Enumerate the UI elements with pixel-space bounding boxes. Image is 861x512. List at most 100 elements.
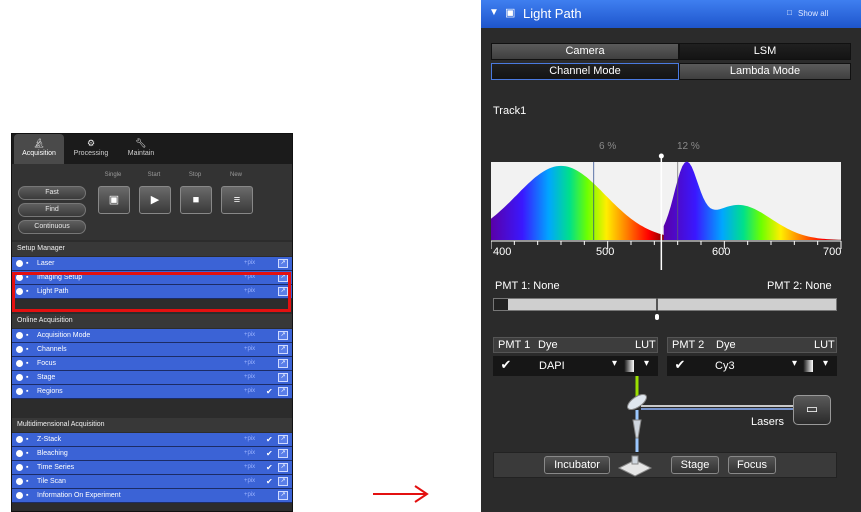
item-status: +pix	[244, 388, 256, 394]
toggle-icon[interactable]	[16, 260, 23, 267]
toggle-icon[interactable]	[16, 360, 23, 367]
start-button[interactable]: ▶	[139, 186, 171, 214]
objective-lens	[632, 419, 642, 439]
pmt2-checkbox[interactable]: ✔	[673, 358, 687, 373]
item-label: Stage	[37, 374, 56, 381]
tab-camera[interactable]: Camera	[491, 43, 679, 60]
new-button[interactable]: ≡	[221, 186, 253, 214]
expand-arrow-icon[interactable]: ↗	[278, 259, 288, 268]
multi-item[interactable]: ▪ Information On Experiment +pix ↗	[12, 489, 292, 503]
multi-item[interactable]: ▪ Time Series +pix ✔ ↗	[12, 461, 292, 475]
detection-range-slider[interactable]	[493, 298, 837, 311]
toggle-icon[interactable]	[16, 492, 23, 499]
toggle-icon[interactable]	[16, 478, 23, 485]
item-icon: ▪	[26, 260, 29, 267]
online-item[interactable]: ▪ Focus +pix ↗	[12, 357, 292, 371]
pmt2-header: PMT 2 Dye LUT	[667, 337, 837, 353]
expand-arrow-icon[interactable]: ↗	[278, 373, 288, 382]
expand-arrow-icon[interactable]: ↗	[278, 491, 288, 500]
axis-label-600: 600	[712, 246, 731, 258]
find-button[interactable]: Find	[18, 203, 86, 217]
multi-item[interactable]: ▪ Z-Stack +pix ✔ ↗	[12, 433, 292, 447]
dye-dropdown-icon[interactable]: ▾	[792, 358, 797, 369]
expand-arrow-icon[interactable]: ↗	[278, 345, 288, 354]
tab-lambda-mode[interactable]: Lambda Mode	[679, 63, 851, 80]
toggle-icon[interactable]	[16, 374, 23, 381]
stop-caption: Stop	[188, 172, 202, 178]
emission-spectrum	[491, 153, 842, 270]
multi-item[interactable]: ▪ Bleaching +pix ✔ ↗	[12, 447, 292, 461]
axis-label-700: 700	[823, 246, 842, 258]
expand-arrow-icon[interactable]: ↗	[278, 449, 288, 458]
pmt2-status: PMT 2: None	[767, 280, 832, 292]
lut-dropdown-icon[interactable]: ▾	[644, 358, 649, 369]
pmt2-dye-row: ✔ Cy3 ▾ ▾	[667, 356, 837, 376]
item-label: Focus	[37, 360, 57, 367]
toggle-icon[interactable]	[16, 436, 23, 443]
pmt1-status: PMT 1: None	[495, 280, 560, 292]
toggle-icon[interactable]	[16, 346, 23, 353]
expand-arrow-icon[interactable]: ↗	[278, 331, 288, 340]
lasers-button[interactable]: ▭	[793, 395, 831, 425]
fast-button[interactable]: Fast	[18, 186, 86, 200]
slider-divider	[656, 298, 658, 311]
online-item[interactable]: ▪ Channels +pix ↗	[12, 343, 292, 357]
incubator-button[interactable]: Incubator	[544, 456, 610, 474]
toggle-icon[interactable]	[16, 332, 23, 339]
light-path-header[interactable]: ▼ ▣ Light Path □ Show all	[481, 0, 861, 28]
setup-item[interactable]: ▪ Laser +pix ↗	[12, 257, 292, 271]
toggle-icon[interactable]	[16, 388, 23, 395]
pmt2-dye-select[interactable]: Cy3	[715, 360, 735, 372]
highlight-box	[12, 272, 291, 312]
item-status: +pix	[244, 360, 256, 366]
tab-channel-mode[interactable]: Channel Mode	[491, 63, 679, 80]
expand-arrow-icon[interactable]: ↗	[278, 477, 288, 486]
tab-maintain[interactable]: 🔧︎ Maintain	[116, 134, 166, 164]
toggle-icon[interactable]	[16, 464, 23, 471]
item-status: +pix	[244, 260, 256, 266]
continuous-button[interactable]: Continuous	[18, 220, 86, 234]
pmt2-percentage: 12 %	[677, 141, 700, 152]
pmt1-dye-select[interactable]: DAPI	[539, 360, 565, 372]
item-icon: ▪	[26, 436, 29, 443]
lut-swatch	[803, 360, 813, 372]
lut-dropdown-icon[interactable]: ▾	[823, 358, 828, 369]
online-item[interactable]: ▪ Stage +pix ↗	[12, 371, 292, 385]
axis-ticks	[491, 241, 842, 249]
expand-arrow-icon[interactable]: ↗	[278, 359, 288, 368]
item-label: Acquisition Mode	[37, 332, 91, 339]
multi-item[interactable]: ▪ Tile Scan +pix ✔ ↗	[12, 475, 292, 489]
tab-lsm[interactable]: LSM	[679, 43, 851, 60]
item-icon: ▪	[26, 464, 29, 471]
toggle-icon[interactable]	[16, 450, 23, 457]
pmt1-checkbox[interactable]: ✔	[499, 358, 513, 373]
online-acquisition-header: Online Acquisition	[12, 314, 292, 328]
expand-arrow-icon[interactable]: ↗	[278, 387, 288, 396]
lut-swatch	[624, 360, 634, 372]
collapse-chevron-icon[interactable]: ▼	[489, 7, 499, 18]
expand-arrow-icon[interactable]: ↗	[278, 435, 288, 444]
lasers-label: Lasers	[751, 416, 785, 428]
expand-arrow-icon[interactable]: ↗	[278, 463, 288, 472]
tab-acquisition[interactable]: 🔬︎ Acquisition	[14, 134, 64, 164]
show-all-toggle[interactable]: Show all	[798, 9, 828, 18]
online-item[interactable]: ▪ Acquisition Mode +pix ↗	[12, 329, 292, 343]
tab-processing[interactable]: ⚙ Processing	[66, 134, 116, 164]
slider-left-handle[interactable]	[494, 299, 508, 310]
online-item[interactable]: ▪ Regions +pix ✔ ↗	[12, 385, 292, 399]
multidimensional-acquisition-header: Multidimensional Acquisition	[12, 418, 292, 432]
item-icon: ▪	[26, 332, 29, 339]
acquisition-action-bar: Fast Find Continuous Single Start Stop N…	[12, 164, 292, 240]
focus-button[interactable]: Focus	[728, 456, 776, 474]
stage-button[interactable]: Stage	[671, 456, 719, 474]
item-status: +pix	[244, 332, 256, 338]
slider-marker	[655, 314, 659, 320]
dye-dropdown-icon[interactable]: ▾	[612, 358, 617, 369]
wrench-icon: 🔧︎	[135, 138, 147, 148]
list-icon: ≡	[233, 194, 241, 206]
left-panel: 🔬︎ Acquisition ⚙ Processing 🔧︎ Maintain …	[11, 133, 293, 512]
single-button[interactable]: ▣	[98, 186, 130, 214]
stop-button[interactable]: ■	[180, 186, 212, 214]
arrow-right-icon	[373, 485, 429, 503]
pin-icon[interactable]: □	[787, 8, 792, 17]
